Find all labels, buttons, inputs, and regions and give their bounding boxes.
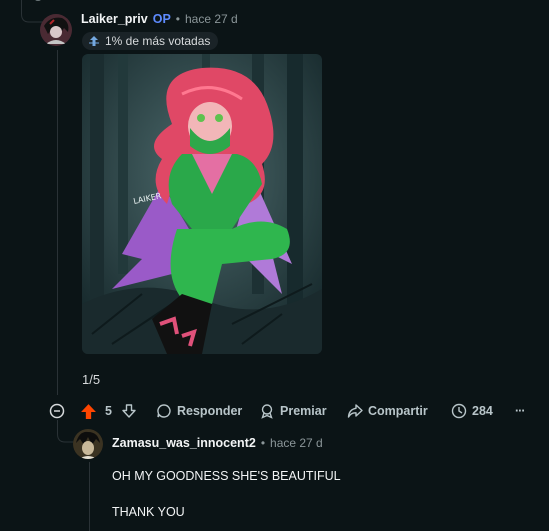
comment-header: Laiker_priv OP • hace 27 d (81, 12, 238, 26)
award-label: Premiar (280, 404, 327, 418)
avatar[interactable] (40, 14, 72, 46)
thread-connector-top (21, 0, 43, 23)
reply-meta-separator: • (260, 436, 266, 450)
collapse-minus-icon (49, 403, 65, 419)
username[interactable]: Laiker_priv (81, 12, 148, 26)
more-options-icon: ··· (515, 404, 525, 418)
meta-separator: • (175, 12, 180, 26)
comment-bubble-icon (157, 404, 171, 418)
clipped-previous-actions (0, 0, 549, 4)
upvote-icon[interactable] (80, 403, 97, 420)
reply-header: Zamasu_was_innocent2 • hace 27 d (112, 436, 323, 450)
views-count: 284 (472, 404, 493, 418)
clipped-icons-icon (35, 0, 41, 1)
comment-image[interactable]: LAIKER (82, 54, 322, 354)
award-icon (261, 404, 273, 419)
collapse-button[interactable] (49, 401, 65, 421)
award-button[interactable]: Premiar (259, 401, 327, 421)
reply-button[interactable]: Responder (156, 401, 242, 421)
views-indicator[interactable]: 284 (451, 401, 493, 421)
op-tag: OP (152, 12, 171, 26)
thread-line-comment[interactable] (57, 50, 58, 395)
reply-label: Responder (177, 404, 243, 418)
more-options-button[interactable]: ··· (515, 401, 525, 421)
reply-avatar-image-icon (73, 429, 103, 459)
reply-body-line-1: OH MY GOODNESS SHE'S BEAUTIFUL (112, 469, 341, 483)
timestamp[interactable]: hace 27 d (185, 12, 238, 26)
image-pager: 1/5 (82, 372, 101, 387)
top-rank-icon (89, 36, 99, 46)
share-icon (347, 404, 363, 418)
vote-control: 5 (80, 401, 137, 421)
share-label: Compartir (368, 404, 428, 418)
top-percent-badge: 1% de más votadas (82, 32, 219, 50)
artwork-illustration: LAIKER (82, 54, 322, 354)
reply-body-line-2: THANK YOU (112, 505, 185, 519)
vote-score: 5 (105, 404, 112, 418)
reply-avatar[interactable] (73, 429, 103, 459)
thread-line-reply-children (89, 462, 90, 531)
share-button[interactable]: Compartir (347, 401, 428, 421)
badge-label: 1% de más votadas (105, 34, 211, 48)
reply-timestamp[interactable]: hace 27 d (270, 436, 323, 450)
reply-username[interactable]: Zamasu_was_innocent2 (112, 436, 256, 450)
avatar-image-icon (40, 14, 72, 46)
downvote-icon[interactable] (121, 403, 137, 419)
views-chart-icon (451, 403, 467, 419)
